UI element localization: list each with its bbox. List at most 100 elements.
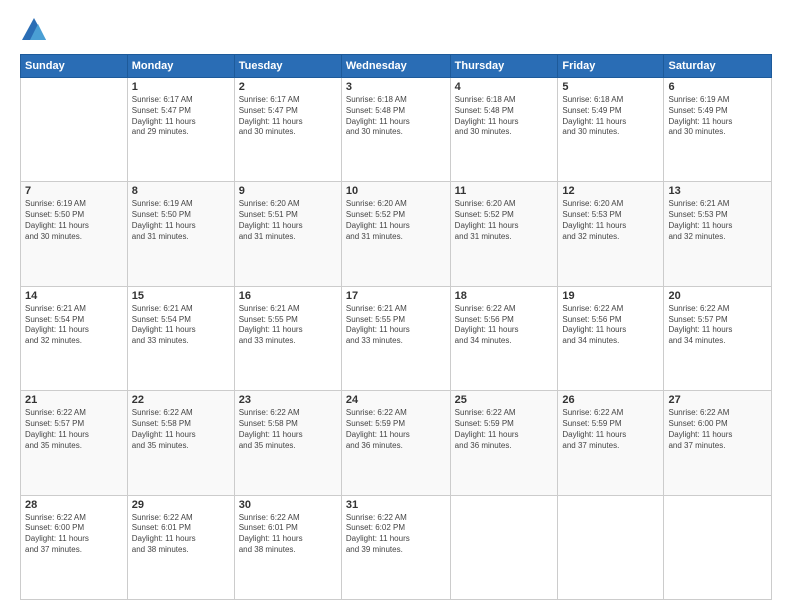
weekday-header-sunday: Sunday bbox=[21, 55, 128, 78]
calendar-cell: 6 Sunrise: 6:19 AM Sunset: 5:49 PM Daylig… bbox=[664, 78, 772, 182]
calendar-week-3: 14 Sunrise: 6:21 AM Sunset: 5:54 PM Dayli… bbox=[21, 286, 772, 390]
day-info: Sunrise: 6:19 AM Sunset: 5:50 PM Dayligh… bbox=[132, 199, 230, 242]
logo bbox=[20, 16, 52, 44]
calendar-cell: 23Sunrise: 6:22 AM Sunset: 5:58 PM Dayli… bbox=[234, 391, 341, 495]
day-number: 8 bbox=[132, 185, 230, 197]
calendar-cell: 10 Sunrise: 6:20 AM Sunset: 5:52 PM Dayli… bbox=[341, 182, 450, 286]
calendar-cell: 29Sunrise: 6:22 AM Sunset: 6:01 PM Dayli… bbox=[127, 495, 234, 599]
day-number: 25 bbox=[455, 394, 554, 406]
day-number: 21 bbox=[25, 394, 123, 406]
calendar-cell: 4Sunrise: 6:18 AM Sunset: 5:48 PM Daylig… bbox=[450, 78, 558, 182]
day-number: 19 bbox=[562, 290, 659, 302]
weekday-header-monday: Monday bbox=[127, 55, 234, 78]
day-number: 9 bbox=[239, 185, 337, 197]
calendar-cell: 19 Sunrise: 6:22 AM Sunset: 5:56 PM Dayli… bbox=[558, 286, 664, 390]
day-number: 11 bbox=[455, 185, 554, 197]
calendar-table: SundayMondayTuesdayWednesdayThursdayFrid… bbox=[20, 54, 772, 600]
day-info: Sunrise: 6:22 AM Sunset: 5:59 PM Dayligh… bbox=[455, 408, 554, 451]
calendar-cell bbox=[21, 78, 128, 182]
day-number: 13 bbox=[668, 185, 767, 197]
day-number: 16 bbox=[239, 290, 337, 302]
day-number: 29 bbox=[132, 499, 230, 511]
day-number: 10 bbox=[346, 185, 446, 197]
day-number: 20 bbox=[668, 290, 767, 302]
calendar-cell bbox=[664, 495, 772, 599]
calendar-cell: 14 Sunrise: 6:21 AM Sunset: 5:54 PM Dayli… bbox=[21, 286, 128, 390]
calendar-cell: 26 Sunrise: 6:22 AM Sunset: 5:59 PM Dayli… bbox=[558, 391, 664, 495]
calendar-cell: 17 Sunrise: 6:21 AM Sunset: 5:55 PM Dayli… bbox=[341, 286, 450, 390]
calendar-cell bbox=[558, 495, 664, 599]
day-info: Sunrise: 6:22 AM Sunset: 5:57 PM Dayligh… bbox=[668, 304, 767, 347]
day-number: 7 bbox=[25, 185, 123, 197]
day-number: 2 bbox=[239, 81, 337, 93]
calendar-cell: 28 Sunrise: 6:22 AM Sunset: 6:00 PM Dayli… bbox=[21, 495, 128, 599]
day-info: Sunrise: 6:22 AM Sunset: 5:56 PM Dayligh… bbox=[562, 304, 659, 347]
day-number: 17 bbox=[346, 290, 446, 302]
day-number: 24 bbox=[346, 394, 446, 406]
day-info: Sunrise: 6:17 AM Sunset: 5:47 PM Dayligh… bbox=[132, 95, 230, 138]
day-info: Sunrise: 6:20 AM Sunset: 5:52 PM Dayligh… bbox=[346, 199, 446, 242]
day-info: Sunrise: 6:21 AM Sunset: 5:54 PM Dayligh… bbox=[132, 304, 230, 347]
day-info: Sunrise: 6:21 AM Sunset: 5:55 PM Dayligh… bbox=[239, 304, 337, 347]
calendar-cell: 18 Sunrise: 6:22 AM Sunset: 5:56 PM Dayli… bbox=[450, 286, 558, 390]
day-number: 15 bbox=[132, 290, 230, 302]
day-info: Sunrise: 6:20 AM Sunset: 5:53 PM Dayligh… bbox=[562, 199, 659, 242]
day-info: Sunrise: 6:22 AM Sunset: 5:56 PM Dayligh… bbox=[455, 304, 554, 347]
weekday-header-wednesday: Wednesday bbox=[341, 55, 450, 78]
calendar-cell: 27 Sunrise: 6:22 AM Sunset: 6:00 PM Dayli… bbox=[664, 391, 772, 495]
day-number: 6 bbox=[668, 81, 767, 93]
day-info: Sunrise: 6:17 AM Sunset: 5:47 PM Dayligh… bbox=[239, 95, 337, 138]
calendar-cell: 11 Sunrise: 6:20 AM Sunset: 5:52 PM Dayli… bbox=[450, 182, 558, 286]
day-info: Sunrise: 6:21 AM Sunset: 5:55 PM Dayligh… bbox=[346, 304, 446, 347]
day-info: Sunrise: 6:19 AM Sunset: 5:50 PM Dayligh… bbox=[25, 199, 123, 242]
day-info: Sunrise: 6:22 AM Sunset: 6:01 PM Dayligh… bbox=[239, 513, 337, 556]
calendar-cell: 2 Sunrise: 6:17 AM Sunset: 5:47 PM Daylig… bbox=[234, 78, 341, 182]
calendar-week-2: 7 Sunrise: 6:19 AM Sunset: 5:50 PM Daylig… bbox=[21, 182, 772, 286]
calendar-cell: 7 Sunrise: 6:19 AM Sunset: 5:50 PM Daylig… bbox=[21, 182, 128, 286]
calendar-cell: 24 Sunrise: 6:22 AM Sunset: 5:59 PM Dayli… bbox=[341, 391, 450, 495]
day-info: Sunrise: 6:22 AM Sunset: 5:59 PM Dayligh… bbox=[562, 408, 659, 451]
day-number: 14 bbox=[25, 290, 123, 302]
calendar-cell: 8 Sunrise: 6:19 AM Sunset: 5:50 PM Daylig… bbox=[127, 182, 234, 286]
day-info: Sunrise: 6:20 AM Sunset: 5:51 PM Dayligh… bbox=[239, 199, 337, 242]
day-number: 12 bbox=[562, 185, 659, 197]
weekday-header-tuesday: Tuesday bbox=[234, 55, 341, 78]
calendar-cell: 3Sunrise: 6:18 AM Sunset: 5:48 PM Daylig… bbox=[341, 78, 450, 182]
calendar-cell: 1Sunrise: 6:17 AM Sunset: 5:47 PM Daylig… bbox=[127, 78, 234, 182]
day-info: Sunrise: 6:22 AM Sunset: 6:00 PM Dayligh… bbox=[668, 408, 767, 451]
calendar-cell: 9 Sunrise: 6:20 AM Sunset: 5:51 PM Daylig… bbox=[234, 182, 341, 286]
weekday-header-thursday: Thursday bbox=[450, 55, 558, 78]
day-info: Sunrise: 6:21 AM Sunset: 5:53 PM Dayligh… bbox=[668, 199, 767, 242]
day-number: 28 bbox=[25, 499, 123, 511]
day-info: Sunrise: 6:22 AM Sunset: 5:59 PM Dayligh… bbox=[346, 408, 446, 451]
day-info: Sunrise: 6:18 AM Sunset: 5:49 PM Dayligh… bbox=[562, 95, 659, 138]
calendar-week-5: 28 Sunrise: 6:22 AM Sunset: 6:00 PM Dayli… bbox=[21, 495, 772, 599]
day-info: Sunrise: 6:22 AM Sunset: 5:58 PM Dayligh… bbox=[132, 408, 230, 451]
calendar-cell: 16 Sunrise: 6:21 AM Sunset: 5:55 PM Dayli… bbox=[234, 286, 341, 390]
calendar-cell bbox=[450, 495, 558, 599]
day-number: 30 bbox=[239, 499, 337, 511]
calendar-cell: 20 Sunrise: 6:22 AM Sunset: 5:57 PM Dayli… bbox=[664, 286, 772, 390]
day-number: 22 bbox=[132, 394, 230, 406]
day-number: 18 bbox=[455, 290, 554, 302]
calendar-cell: 13 Sunrise: 6:21 AM Sunset: 5:53 PM Dayli… bbox=[664, 182, 772, 286]
day-info: Sunrise: 6:22 AM Sunset: 6:02 PM Dayligh… bbox=[346, 513, 446, 556]
page: SundayMondayTuesdayWednesdayThursdayFrid… bbox=[0, 0, 792, 612]
day-number: 31 bbox=[346, 499, 446, 511]
day-info: Sunrise: 6:22 AM Sunset: 5:57 PM Dayligh… bbox=[25, 408, 123, 451]
calendar-cell: 12 Sunrise: 6:20 AM Sunset: 5:53 PM Dayli… bbox=[558, 182, 664, 286]
day-info: Sunrise: 6:20 AM Sunset: 5:52 PM Dayligh… bbox=[455, 199, 554, 242]
day-number: 26 bbox=[562, 394, 659, 406]
day-info: Sunrise: 6:22 AM Sunset: 5:58 PM Dayligh… bbox=[239, 408, 337, 451]
day-number: 3 bbox=[346, 81, 446, 93]
logo-icon bbox=[20, 16, 48, 44]
calendar-cell: 5Sunrise: 6:18 AM Sunset: 5:49 PM Daylig… bbox=[558, 78, 664, 182]
day-info: Sunrise: 6:19 AM Sunset: 5:49 PM Dayligh… bbox=[668, 95, 767, 138]
calendar-cell: 25 Sunrise: 6:22 AM Sunset: 5:59 PM Dayli… bbox=[450, 391, 558, 495]
day-info: Sunrise: 6:21 AM Sunset: 5:54 PM Dayligh… bbox=[25, 304, 123, 347]
calendar-week-1: 1Sunrise: 6:17 AM Sunset: 5:47 PM Daylig… bbox=[21, 78, 772, 182]
day-info: Sunrise: 6:22 AM Sunset: 6:00 PM Dayligh… bbox=[25, 513, 123, 556]
day-number: 27 bbox=[668, 394, 767, 406]
calendar-cell: 22 Sunrise: 6:22 AM Sunset: 5:58 PM Dayli… bbox=[127, 391, 234, 495]
calendar-cell: 30 Sunrise: 6:22 AM Sunset: 6:01 PM Dayli… bbox=[234, 495, 341, 599]
